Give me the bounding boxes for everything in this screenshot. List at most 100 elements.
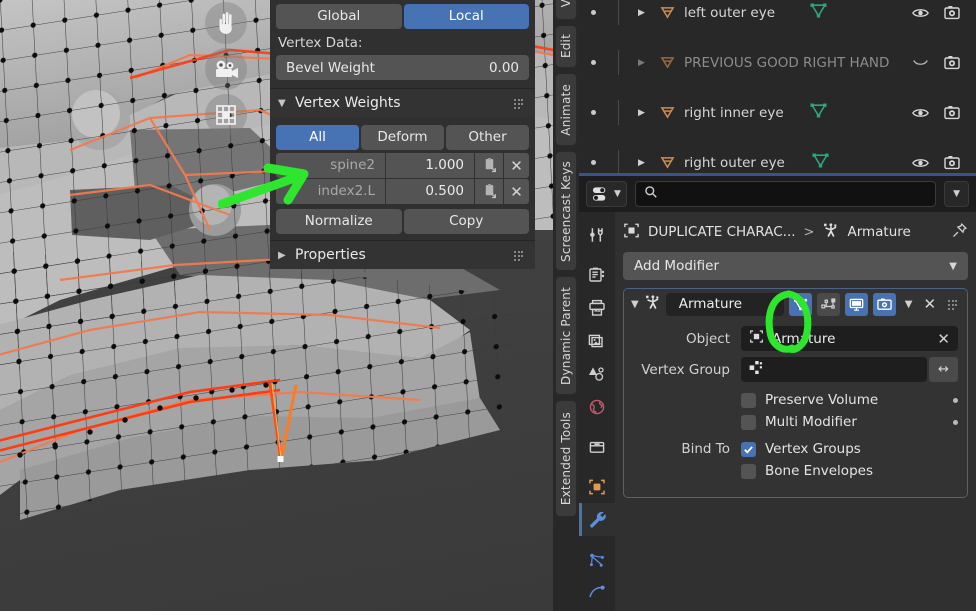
bind-to-bone-envelopes-checkbox[interactable] [741,463,756,479]
modifier-header[interactable]: ▼ Armature ▼ ✕ [624,289,967,319]
animate-property-dot[interactable] [953,419,958,425]
outliner-editor[interactable]: ▶ left outer eye ▶ PREVIOUS GOOD RIGHT H… [579,0,976,176]
properties-tab-object[interactable] [579,470,615,503]
pan-hand-icon[interactable] [205,2,247,44]
visibility-eye-icon[interactable] [910,103,930,123]
outliner-row-label[interactable]: left outer eye [684,5,775,21]
vtab-edit[interactable]: Edit [555,25,577,68]
drag-grip-icon[interactable] [948,299,960,310]
3d-viewport[interactable]: Global Local Vertex Data: Bevel Weight 0… [0,0,553,611]
vertex-weights-panel-header[interactable]: ▼ Vertex Weights [270,88,535,117]
modifier-toggle-on-cage[interactable] [816,292,840,316]
mesh-triangle-data-icon[interactable] [809,1,828,24]
delete-vertex-group-icon[interactable]: ✕ [504,153,529,178]
outliner-row-left-outer-eye[interactable]: ▶ left outer eye [579,0,976,25]
clear-object-x-icon[interactable]: ✕ [937,330,950,348]
invert-vertex-group-icon[interactable]: ↔ [929,357,958,382]
vertex-weights-filter-tabs[interactable]: All Deform Other [276,125,529,150]
outliner-row-label[interactable]: PREVIOUS GOOD RIGHT HAND [684,55,889,71]
search-input[interactable] [663,186,928,202]
properties-tab-tool[interactable] [579,218,615,251]
properties-tab-render[interactable] [579,258,615,291]
vtab-label: Screencast Keys [559,160,573,262]
properties-tab-column[interactable] [579,212,615,611]
viewport-tab-strip[interactable]: V Edit Animate Screencast Keys Dynamic P… [553,0,579,611]
expand-triangle-icon[interactable]: ▶ [638,8,645,18]
render-visibility-camera-icon[interactable] [942,3,962,23]
search-field[interactable] [634,181,937,207]
copy-to-selected-icon[interactable] [475,179,503,204]
editor-type-selector[interactable]: ▼ [586,181,627,207]
modifier-extras-chevron-down-icon[interactable]: ▼ [905,299,913,310]
breadcrumb-object-name[interactable]: DUPLICATE CHARAC... [648,224,796,240]
modifier-card-armature[interactable]: ▼ Armature ▼ ✕ Object Armature ✕ Vertex … [623,288,968,498]
render-visibility-camera-icon[interactable] [942,53,962,73]
visibility-eye-icon[interactable] [910,153,930,173]
animate-property-dot[interactable] [953,397,958,403]
properties-tab-output[interactable] [579,291,615,324]
vtab-extended-tools[interactable]: Extended Tools [555,400,577,517]
copy-button[interactable]: Copy [403,209,529,234]
add-modifier-button[interactable]: Add Modifier ▼ [623,252,968,280]
properties-tab-collection[interactable] [579,430,615,463]
mesh-triangle-data-icon[interactable] [811,151,830,174]
properties-editor[interactable]: ▼ ▼ DUPLICATE CHARAC... > Armature Add M… [579,176,976,611]
filter-options-button[interactable]: ▼ [944,181,969,207]
filter-tab-all[interactable]: All [276,125,359,150]
properties-tab-physics[interactable] [579,576,615,609]
vertex-group-picker-field[interactable] [741,357,927,382]
render-visibility-camera-icon[interactable] [942,103,962,123]
transform-orientation-tabs[interactable]: Global Local [276,4,529,29]
modifier-toggle-edit-mode[interactable] [788,292,812,316]
normalize-button[interactable]: Normalize [276,209,402,234]
vtab-dynamic-parent[interactable]: Dynamic Parent [555,276,577,395]
properties-panel-header[interactable]: ▶ Properties [270,240,535,269]
outliner-row-label[interactable]: right inner eye [684,105,784,121]
visibility-eye-icon[interactable] [910,3,930,23]
chevron-down-icon[interactable]: ▼ [631,299,639,310]
properties-tab-scene[interactable] [579,357,615,390]
modifier-toggle-viewport[interactable] [844,292,868,316]
vtab-animate[interactable]: Animate [555,73,577,146]
multi-modifier-checkbox[interactable] [741,414,756,430]
modifier-name-field[interactable]: Armature [665,292,784,316]
pin-icon[interactable] [951,222,968,243]
filter-tab-other[interactable]: Other [446,125,529,150]
properties-tab-particles[interactable] [579,543,615,576]
copy-to-selected-icon[interactable] [475,153,503,178]
object-picker-field[interactable]: Armature ✕ [741,326,958,351]
expand-triangle-icon[interactable]: ▶ [638,108,645,118]
vertex-weight-value[interactable]: 0.500 [386,179,474,204]
properties-tab-modifiers[interactable] [579,503,615,536]
vtab-screencast-keys[interactable]: Screencast Keys [555,151,577,271]
filter-tab-deform[interactable]: Deform [361,125,444,150]
breadcrumb[interactable]: DUPLICATE CHARAC... > Armature [623,218,968,246]
modifier-close-x-icon[interactable]: ✕ [923,295,936,313]
expand-triangle-icon[interactable]: ▶ [638,58,645,68]
drag-grip-icon[interactable] [514,250,527,261]
camera-icon[interactable] [205,48,247,90]
properties-tab-view-layer[interactable] [579,324,615,357]
drag-grip-icon[interactable] [514,98,527,109]
preserve-volume-checkbox[interactable] [741,392,756,408]
orientation-tab-global[interactable]: Global [276,4,402,29]
render-visibility-camera-icon[interactable] [942,153,962,173]
viewport-sidebar-n-panel[interactable]: Global Local Vertex Data: Bevel Weight 0… [270,0,535,269]
vertex-weight-value[interactable]: 1.000 [386,153,474,178]
outliner-row-label[interactable]: right outer eye [684,155,785,171]
outliner-row-right-inner-eye[interactable]: ▶ right inner eye [579,100,976,125]
grid-icon[interactable] [205,94,247,136]
outliner-row-previous-good-right-hand[interactable]: ▶ PREVIOUS GOOD RIGHT HAND [579,50,976,75]
delete-vertex-group-icon[interactable]: ✕ [504,179,529,204]
modifier-toggle-render[interactable] [872,292,896,316]
expand-triangle-icon[interactable]: ▶ [638,158,645,168]
outliner-row-right-outer-eye[interactable]: ▶ right outer eye [579,150,976,175]
breadcrumb-data-name[interactable]: Armature [847,224,910,240]
orientation-tab-local[interactable]: Local [403,4,529,29]
bind-to-vertex-groups-checkbox[interactable] [741,441,756,457]
properties-tab-world[interactable] [579,390,615,423]
vtab-view[interactable]: V [555,0,577,20]
visibility-eye-closed-icon[interactable] [910,53,930,73]
mesh-triangle-data-icon[interactable] [809,101,828,124]
bevel-weight-field[interactable]: Bevel Weight 0.00 [276,55,529,80]
